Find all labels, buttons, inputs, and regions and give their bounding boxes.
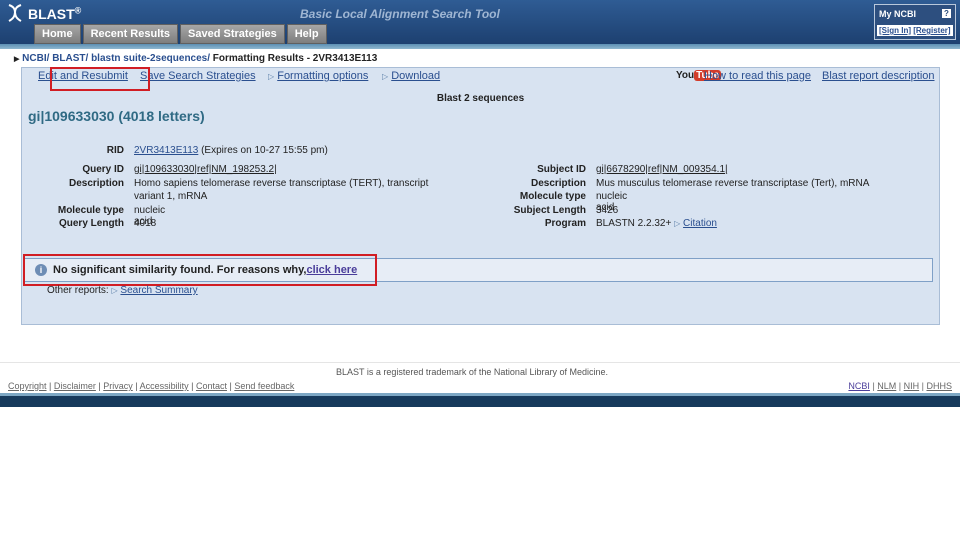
footer-bar bbox=[0, 393, 960, 407]
query-length-value: 4018 bbox=[134, 218, 157, 229]
results-panel: Edit and Resubmit Save Search Strategies… bbox=[21, 67, 940, 325]
footer-accessibility-link[interactable]: Accessibility bbox=[140, 381, 189, 391]
footer-nlm-link[interactable]: NLM bbox=[877, 381, 896, 391]
subject-description-label: Description bbox=[530, 178, 586, 189]
breadcrumb-arrow-icon: ▶ bbox=[14, 56, 20, 63]
how-to-read-link[interactable]: How to read this page bbox=[704, 70, 811, 82]
rid-label: RID bbox=[106, 145, 124, 156]
footer-ncbi-link[interactable]: NCBI bbox=[848, 381, 870, 391]
results-toolbar: Edit and Resubmit Save Search Strategies… bbox=[38, 67, 935, 91]
subject-molecule-label: Molecule type bbox=[519, 191, 586, 202]
query-id-label: Query ID bbox=[82, 164, 124, 175]
breadcrumb-ncbi[interactable]: NCBI/ bbox=[22, 53, 49, 64]
search-summary-link[interactable]: Search Summary bbox=[120, 285, 197, 296]
subject-length-label: Subject Length bbox=[513, 205, 586, 216]
breadcrumb-blastn-suite[interactable]: blastn suite-2sequences/ bbox=[91, 53, 210, 64]
rid-link[interactable]: 2VR3413E113 bbox=[134, 145, 198, 156]
footer-org-links: NCBI | NLM | NIH | DHHS bbox=[848, 381, 952, 391]
edit-resubmit-highlight bbox=[50, 67, 150, 91]
rid-value-wrap: 2VR3413E113 (Expires on 10-27 15:55 pm) bbox=[134, 145, 328, 156]
breadcrumb-current: Formatting Results - 2VR3413E113 bbox=[212, 53, 378, 64]
query-length-label: Query Length bbox=[58, 218, 124, 229]
footer-nih-link[interactable]: NIH bbox=[904, 381, 920, 391]
dna-helix-icon bbox=[6, 3, 28, 28]
register-link[interactable]: [Register] bbox=[913, 26, 950, 35]
subject-id-label: Subject ID bbox=[537, 164, 586, 175]
download-link[interactable]: Download bbox=[391, 70, 440, 82]
download-item: ▷ Download bbox=[382, 70, 440, 82]
subject-length-value: 3426 bbox=[596, 205, 619, 216]
sign-in-link[interactable]: [Sign In] bbox=[879, 26, 911, 35]
site-header: BLAST® Basic Local Alignment Search Tool… bbox=[0, 0, 960, 44]
play-arrow-icon: ▷ bbox=[674, 219, 681, 228]
query-description-line1: Homo sapiens telomerase reverse transcri… bbox=[134, 178, 429, 189]
play-arrow-icon: ▷ bbox=[111, 286, 118, 295]
footer-copyright-link[interactable]: Copyright bbox=[8, 381, 47, 391]
footer-privacy-link[interactable]: Privacy bbox=[103, 381, 133, 391]
query-molecule-label: Molecule type bbox=[57, 205, 124, 216]
formatting-options-link[interactable]: Formatting options bbox=[277, 70, 368, 82]
play-arrow-icon: ▷ bbox=[268, 72, 275, 81]
logo-text: BLAST bbox=[28, 6, 75, 23]
footer-separator bbox=[0, 362, 960, 363]
main-nav: Home Recent Results Saved Strategies Hel… bbox=[34, 24, 327, 44]
tool-title: Basic Local Alignment Search Tool bbox=[300, 7, 500, 21]
nav-home[interactable]: Home bbox=[34, 24, 81, 44]
footer-contact-link[interactable]: Contact bbox=[196, 381, 227, 391]
registered-mark: ® bbox=[74, 5, 82, 16]
formatting-options-item: ▷ Formatting options bbox=[268, 70, 368, 82]
query-id-link[interactable]: gi|109633030|ref|NM_198253.2| bbox=[134, 164, 277, 175]
rid-expiry: (Expires on 10-27 15:55 pm) bbox=[201, 145, 328, 156]
other-reports-label: Other reports: bbox=[47, 285, 109, 296]
breadcrumb: ▶ NCBI/ BLAST/ blastn suite-2sequences/ … bbox=[14, 53, 377, 64]
nav-recent-results[interactable]: Recent Results bbox=[82, 24, 179, 44]
nav-saved-strategies[interactable]: Saved Strategies bbox=[180, 24, 285, 44]
subject-id-link[interactable]: gi|6678290|ref|NM_009354.1| bbox=[596, 164, 728, 175]
trademark-notice: BLAST is a registered trademark of the N… bbox=[336, 367, 608, 377]
my-ncbi-box: My NCBI ? [Sign In] [Register] bbox=[874, 4, 956, 40]
query-title: gi|109633030 (4018 letters) bbox=[28, 108, 205, 124]
save-strategies-link[interactable]: Save Search Strategies bbox=[140, 70, 256, 82]
footer-links: Copyright | Disclaimer | Privacy | Acces… bbox=[8, 381, 295, 391]
footer-disclaimer-link[interactable]: Disclaimer bbox=[54, 381, 96, 391]
footer-dhhs-link[interactable]: DHHS bbox=[926, 381, 952, 391]
query-description-line2: variant 1, mRNA bbox=[134, 191, 208, 202]
report-description-link[interactable]: Blast report description bbox=[822, 70, 935, 82]
query-description-label: Description bbox=[68, 178, 124, 189]
help-icon[interactable]: ? bbox=[942, 9, 951, 18]
program-label: Program bbox=[544, 218, 586, 229]
footer-feedback-link[interactable]: Send feedback bbox=[234, 381, 294, 391]
citation-link[interactable]: Citation bbox=[683, 218, 717, 229]
notice-highlight bbox=[23, 254, 377, 286]
other-reports: Other reports: ▷ Search Summary bbox=[47, 285, 198, 296]
report-title: Blast 2 sequences bbox=[436, 93, 525, 104]
program-value-wrap: BLASTN 2.2.32+ ▷ Citation bbox=[596, 218, 717, 229]
subject-description-value: Mus musculus telomerase reverse transcri… bbox=[596, 178, 870, 189]
breadcrumb-blast[interactable]: BLAST/ bbox=[52, 53, 88, 64]
nav-help[interactable]: Help bbox=[286, 24, 327, 44]
auth-links: [Sign In] [Register] bbox=[877, 25, 953, 36]
program-value: BLASTN 2.2.32+ bbox=[596, 218, 672, 229]
youtube-you: You bbox=[676, 70, 695, 81]
header-strip bbox=[0, 44, 960, 49]
play-arrow-icon: ▷ bbox=[382, 72, 389, 81]
